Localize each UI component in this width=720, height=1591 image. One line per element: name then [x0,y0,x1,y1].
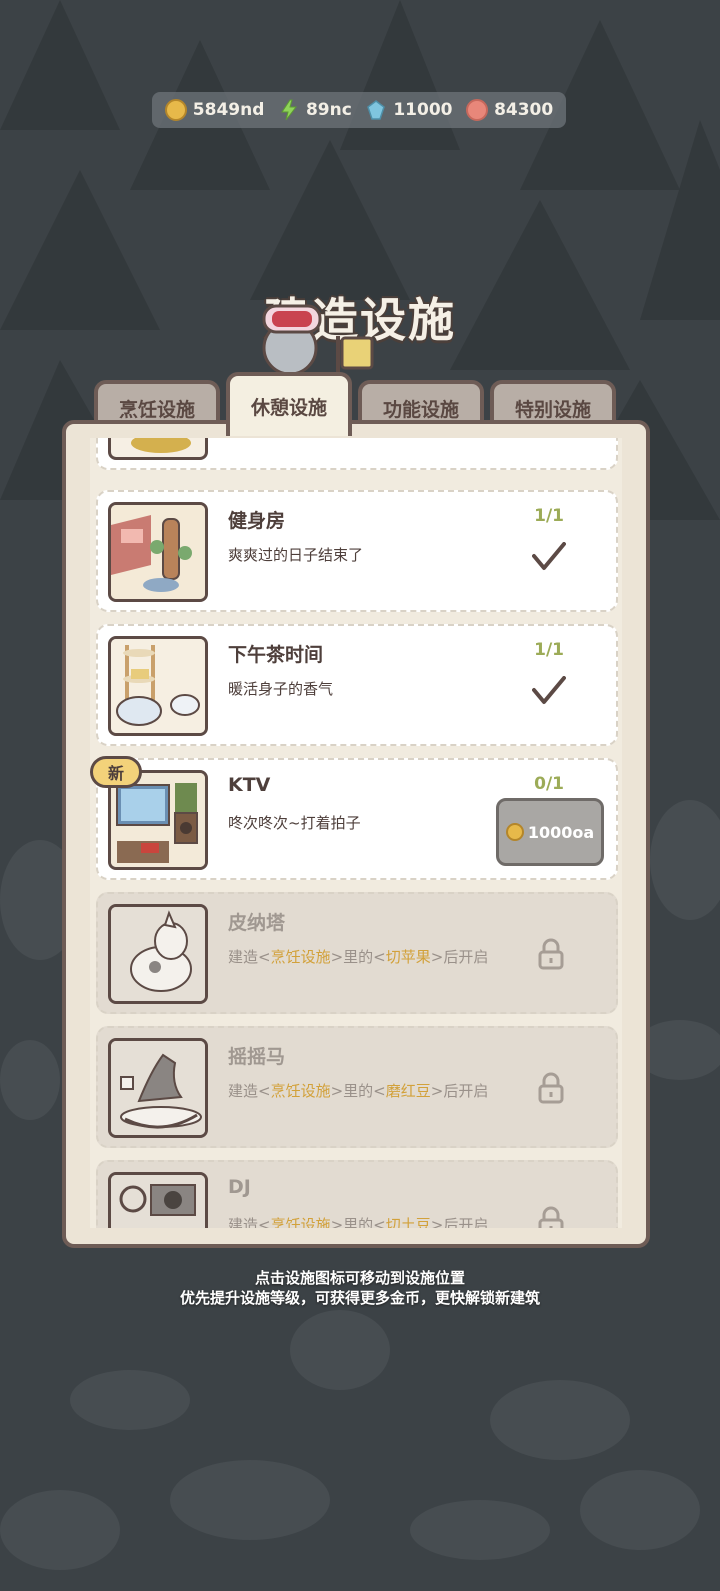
tab-special-label: 特别设施 [514,398,591,421]
facility-list[interactable]: 健身房 爽爽过的日子结束了 1/1 下午茶时间 暖活身子的香气 1/1 新 KT… [90,438,622,1228]
gems-value: 11000 [393,100,453,120]
shell-icon [466,99,489,121]
lock-icon [538,938,564,970]
list-item-partial[interactable] [96,438,618,470]
tab-rest[interactable]: 休憩设施 [226,372,352,436]
energy-value: 89nc [305,100,352,120]
list-item-rocking-horse[interactable]: 摇摇马 建造<烹饪设施>里的<磨红豆>后开启 [96,1026,618,1148]
facility-name: 皮纳塔 [228,912,286,934]
coin-icon [505,823,524,841]
list-item-dj[interactable]: DJ 建造<烹饪设施>里的<切土豆>后开启 [96,1160,618,1228]
mascot-character [262,304,374,378]
facility-name: 摇摇马 [228,1046,286,1068]
coin-icon [164,99,187,121]
facility-count: 0/1 [534,774,564,794]
hint-line-1: 点击设施图标可移动到设施位置 [254,1269,465,1287]
facility-unlock-hint: 建造<烹饪设施>里的<切土豆>后开启 [228,1216,489,1228]
list-item-afternoon-tea[interactable]: 下午茶时间 暖活身子的香气 1/1 [96,624,618,746]
lightning-icon [281,99,297,121]
facility-desc: 暖活身子的香气 [228,680,334,698]
currency-coins[interactable]: 5849nd [164,99,265,121]
facility-unlock-hint: 建造<烹饪设施>里的<切苹果>后开启 [228,948,489,966]
currency-shells[interactable]: 84300 [466,99,553,121]
checkmark-icon [532,542,566,570]
facility-count: 1/1 [534,640,564,660]
new-badge: 新 [90,756,142,788]
coins-value: 5849nd [192,100,265,120]
hint-text: 点击设施图标可移动到设施位置 优先提升设施等级，可获得更多金币，更快解锁新建筑 [0,1268,720,1308]
dj-thumbnail[interactable] [108,1172,208,1228]
facility-name: 健身房 [228,510,286,532]
facility-name: DJ [228,1176,251,1198]
facility-count: 1/1 [534,506,564,526]
checkmark-icon [532,676,566,704]
facility-name: KTV [228,774,271,796]
facility-panel: 健身房 爽爽过的日子结束了 1/1 下午茶时间 暖活身子的香气 1/1 新 KT… [62,420,650,1248]
lock-icon [538,1072,564,1104]
hint-line-2: 优先提升设施等级，可获得更多金币，更快解锁新建筑 [179,1289,540,1307]
afternoon-tea-thumbnail[interactable] [108,636,208,736]
tab-function-label: 功能设施 [382,398,459,421]
build-button[interactable]: 1000oa [496,798,604,866]
build-price: 1000oa [527,822,595,842]
facility-name: 下午茶时间 [228,644,324,666]
shells-value: 84300 [494,100,554,120]
gym-thumbnail[interactable] [108,502,208,602]
list-item-ktv[interactable]: 新 KTV 咚次咚次~打着拍子 0/1 1000oa [90,756,618,880]
currency-bar: 5849nd 89nc 11000 84300 [152,92,566,128]
facility-thumbnail [108,438,208,460]
list-item-pinata[interactable]: 皮纳塔 建造<烹饪设施>里的<切苹果>后开启 [96,892,618,1014]
rocking-horse-thumbnail[interactable] [108,1038,208,1138]
facility-unlock-hint: 建造<烹饪设施>里的<磨红豆>后开启 [228,1082,489,1100]
gem-icon [367,100,386,120]
tab-rest-label: 休憩设施 [250,396,327,419]
tab-cooking-label: 烹饪设施 [118,398,195,421]
facility-desc: 咚次咚次~打着拍子 [228,814,361,832]
lock-icon [538,1206,564,1228]
currency-gems[interactable]: 11000 [365,99,453,121]
pinata-thumbnail[interactable] [108,904,208,1004]
facility-desc: 爽爽过的日子结束了 [228,546,364,564]
list-item-gym[interactable]: 健身房 爽爽过的日子结束了 1/1 [96,490,618,612]
currency-energy[interactable]: 89nc [278,99,352,121]
